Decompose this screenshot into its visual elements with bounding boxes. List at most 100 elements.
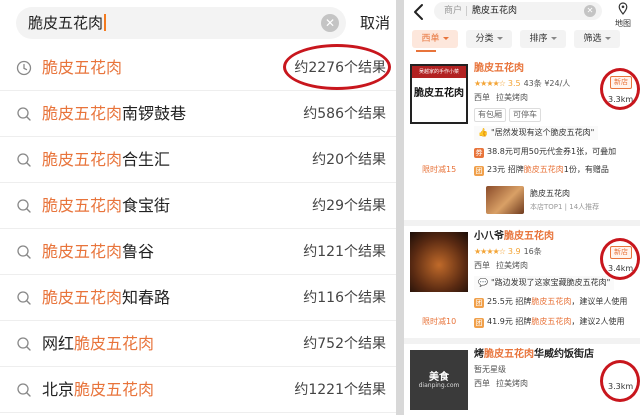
cancel-button[interactable]: 取消 <box>360 12 390 33</box>
suggestion-label: 脆皮五花肉食宝街 <box>42 196 171 215</box>
suggestion-highlight: 脆皮五花肉 <box>42 150 123 169</box>
results-header: 商户 脆皮五花肉 ✕ 地图 <box>404 0 640 28</box>
annotation-circle <box>600 238 640 280</box>
clear-icon[interactable]: ✕ <box>584 5 596 17</box>
filter-category[interactable]: 分类 <box>466 30 512 48</box>
result-count: 约116个结果 <box>303 290 386 306</box>
result-count: 约1221个结果 <box>294 382 386 398</box>
text-caret <box>104 14 107 31</box>
suggestion-item[interactable]: 脆皮五花肉鲁谷 约121个结果 <box>0 229 396 275</box>
limited-discount: 限时减10 <box>422 317 457 326</box>
group-buy-icon: 团 <box>474 166 484 176</box>
search-icon <box>17 107 31 121</box>
suggestion-highlight: 脆皮五花肉 <box>74 334 155 353</box>
suggestion-item[interactable]: 网红脆皮五花肉 约752个结果 <box>0 321 396 367</box>
search-icon <box>17 153 31 167</box>
search-query: 脆皮五花肉 <box>472 6 518 16</box>
group-buy-icon: 团 <box>474 298 484 308</box>
result-count: 约121个结果 <box>303 244 386 260</box>
panel-divider <box>396 0 404 415</box>
result-count: 约586个结果 <box>303 106 386 122</box>
suggestion-label: 脆皮五花肉鲁谷 <box>42 242 155 261</box>
deal-row[interactable]: 团 41.9元 招牌脆皮五花肉，建议2人使用 <box>474 316 624 328</box>
back-arrow-icon[interactable] <box>412 3 426 21</box>
suggestion-label: 脆皮五花肉合生汇 <box>42 150 171 169</box>
search-icon <box>17 245 31 259</box>
suggestion-label: 脆皮五花肉南锣鼓巷 <box>42 104 187 123</box>
suggestion-highlight: 脆皮五花肉 <box>42 58 123 77</box>
suggestion-item[interactable]: 脆皮五花肉知春路 约116个结果 <box>0 275 396 321</box>
annotation-circle <box>283 44 391 90</box>
shop-rating: ★★★★☆ 3.9 16条 <box>474 247 542 256</box>
search-input[interactable]: 脆皮五花肉 ✕ <box>16 7 346 39</box>
voucher-icon: 券 <box>474 148 484 158</box>
result-count: 约752个结果 <box>303 336 386 352</box>
active-filter-indicator <box>416 50 436 52</box>
thumbnail-text: 脆皮五花肉 <box>414 88 464 99</box>
history-clock-icon <box>16 60 32 76</box>
map-button[interactable]: 地图 <box>610 0 636 28</box>
thumbs-up-icon: 👍 <box>478 128 488 137</box>
dish-name: 脆皮五花肉 <box>530 189 570 198</box>
suggestion-list: 脆皮五花肉 约2276个结果 脆皮五花肉南锣鼓巷 约586个结果 脆皮五花肉合生… <box>0 45 396 413</box>
search-icon <box>17 383 31 397</box>
deal-row[interactable]: 团 23元 招牌脆皮五花肉1份，有赠品 <box>474 164 609 176</box>
search-icon <box>17 199 31 213</box>
suggestion-item[interactable]: 脆皮五花肉合生汇 约20个结果 <box>0 137 396 183</box>
suggestion-label: 网红脆皮五花肉 <box>42 334 155 353</box>
limited-discount: 限时减15 <box>422 165 457 174</box>
result-card[interactable]: 小八爷脆皮五花肉 ★★★★☆ 3.9 16条 西单 拉美烤肉 💬 "路边发现了这家宝藏脆… <box>404 226 640 336</box>
suggestion-label: 脆皮五花肉知春路 <box>42 288 171 307</box>
suggestion-highlight: 脆皮五花肉 <box>74 380 155 399</box>
annotation-circle <box>600 68 640 110</box>
filter-location[interactable]: 西单 <box>412 30 458 48</box>
deal-row[interactable]: 券 38.8元可用50元代金券1张，可叠加 <box>474 146 616 158</box>
thumbnail-banner: 吴越家的手作小菜 <box>412 66 466 78</box>
chevron-down-icon <box>442 37 449 40</box>
deal-row[interactable]: 团 25.5元 招牌脆皮五花肉，建议单人使用 <box>474 296 627 308</box>
chat-bubble-icon: 💬 <box>478 278 488 287</box>
search-icon <box>17 337 31 351</box>
dish-image <box>486 186 524 214</box>
tag: 可停车 <box>509 108 541 122</box>
shop-rating: ★★★★☆ 3.5 43条 ¥24/人 <box>474 79 571 88</box>
shop-thumbnail: 吴越家的手作小菜 脆皮五花肉 <box>410 64 468 124</box>
tag: 有包厢 <box>474 108 506 122</box>
review-quote: 💬 "路边发现了这家宝藏脆皮五花肉" <box>474 276 615 290</box>
chevron-down-icon <box>496 37 503 40</box>
suggestion-item[interactable]: 北京脆皮五花肉 约1221个结果 <box>0 367 396 413</box>
chevron-down-icon <box>604 37 611 40</box>
shop-location: 西单 拉美烤肉 <box>474 261 528 270</box>
map-pin-icon <box>618 2 628 15</box>
chevron-down-icon <box>550 37 557 40</box>
result-card[interactable]: 美食 dianping.com 烤脆皮五花肉华威约饭街店 暂无星级 西单 拉美烤肉… <box>404 344 640 415</box>
shop-thumbnail: 美食 dianping.com <box>410 350 468 410</box>
suggestion-item[interactable]: 脆皮五花肉食宝街 约29个结果 <box>0 183 396 229</box>
results-panel: 商户 脆皮五花肉 ✕ 地图 西单 分类 排序 筛选 吴越家的手作小菜 脆皮五花肉… <box>404 0 640 415</box>
filter-sort[interactable]: 排序 <box>520 30 566 48</box>
filter-more[interactable]: 筛选 <box>574 30 620 48</box>
shop-name: 小八爷脆皮五花肉 <box>474 231 554 242</box>
divider <box>466 6 467 16</box>
shop-rating-text: 暂无星级 <box>474 365 506 374</box>
placeholder-logo-url: dianping.com <box>418 382 460 389</box>
shop-location: 西单 拉美烤肉 <box>474 93 528 102</box>
dish-rank: 本店TOP1 | 14人推荐 <box>530 203 600 211</box>
suggestion-highlight: 脆皮五花肉 <box>42 288 123 307</box>
search-scope: 商户 <box>444 6 463 16</box>
suggestion-panel: 脆皮五花肉 ✕ 取消 脆皮五花肉 约2276个结果 脆皮五花肉南锣鼓巷 约586… <box>0 0 396 415</box>
result-card[interactable]: 吴越家的手作小菜 脆皮五花肉 脆皮五花肉 ★★★★☆ 3.5 43条 ¥24/人 西… <box>404 58 640 218</box>
filter-bar: 西单 分类 排序 筛选 <box>404 30 640 52</box>
shop-tags: 有包厢 可停车 <box>474 108 544 122</box>
suggestion-item[interactable]: 脆皮五花肉南锣鼓巷 约586个结果 <box>0 91 396 137</box>
review-quote: 👍 "居然发现有这个脆皮五花肉" <box>474 126 599 140</box>
annotation-circle <box>600 360 640 402</box>
shop-thumbnail <box>410 232 468 292</box>
results-search-input[interactable]: 商户 脆皮五花肉 ✕ <box>434 2 602 20</box>
clear-icon[interactable]: ✕ <box>321 14 339 32</box>
group-buy-icon: 团 <box>474 318 484 328</box>
suggestion-highlight: 脆皮五花肉 <box>42 242 123 261</box>
map-label: 地图 <box>615 19 631 28</box>
shop-location: 西单 拉美烤肉 <box>474 379 528 388</box>
placeholder-logo-text: 美食 <box>429 372 449 383</box>
